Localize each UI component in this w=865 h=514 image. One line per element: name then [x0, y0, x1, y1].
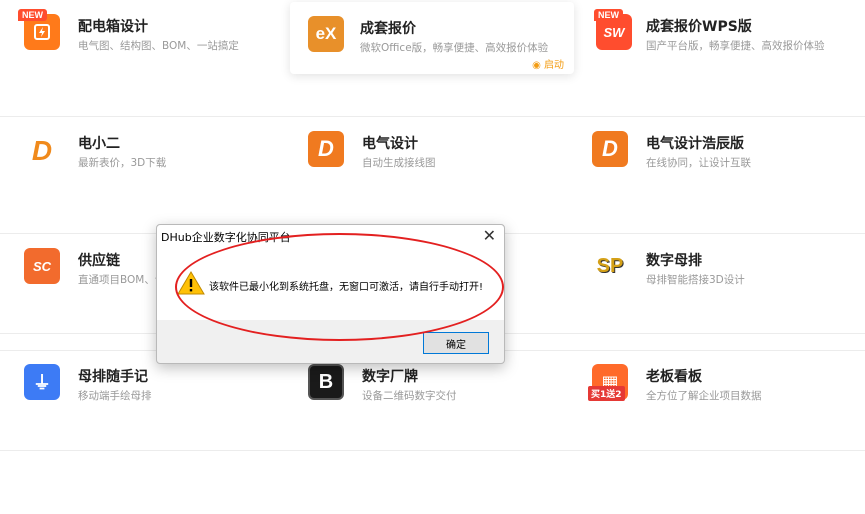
app-title: 母排随手记 — [78, 369, 148, 385]
app-title: 成套报价 — [360, 21, 416, 37]
d-logo-icon: D — [308, 131, 344, 167]
promo-badge: 买1送2 — [588, 386, 625, 401]
app-card-quote[interactable]: eX 成套报价 微软Office版，畅享便捷、高效报价体验 ◉ 启动 — [290, 2, 574, 74]
app-title: 供应链 — [78, 253, 120, 269]
app-desc: 最新表价，3D下载 — [78, 157, 167, 169]
app-desc: 母排智能搭接3D设计 — [646, 274, 745, 286]
launch-label: 启动 — [544, 60, 564, 71]
app-title: 配电箱设计 — [78, 19, 148, 35]
app-title: 电气设计 — [362, 136, 418, 152]
dialog-titlebar: DHub企业数字化协同平台 ✕ — [157, 225, 504, 247]
app-card-power-box[interactable]: NEW 配电箱设计 电气图、结构图、BOM、一站搞定 — [0, 0, 282, 100]
eye-icon: ◉ — [532, 60, 544, 71]
app-title: 数字母排 — [646, 253, 702, 269]
app-row: D 电小二 最新表价，3D下载 D 电气设计 自动生成接线图 D 电气设计浩辰版… — [0, 117, 865, 234]
d-logo-icon: D — [592, 131, 628, 167]
dialog-body: 该软件已最小化到系统托盘，无窗口可激活，请自行手动打开! — [157, 247, 504, 320]
new-badge: NEW — [18, 9, 47, 21]
app-desc: 设备二维码数字交付 — [362, 390, 457, 402]
dialog-title: DHub企业数字化协同平台 — [161, 231, 291, 244]
app-desc: 微软Office版，畅享便捷、高效报价体验 — [360, 42, 549, 54]
app-title: 老板看板 — [646, 369, 702, 385]
app-card-electrical-design-gstar[interactable]: D 电气设计浩辰版 在线协同，让设计互联 — [568, 117, 850, 217]
close-icon[interactable]: ✕ — [483, 226, 496, 246]
busbar-note-icon: ⏚ — [24, 364, 60, 400]
dialog-message: 该软件已最小化到系统托盘，无窗口可激活，请自行手动打开! — [209, 282, 484, 293]
app-card-quote-wps[interactable]: NEW SW 成套报价WPS版 国产平台版，畅享便捷、高效报价体验 — [576, 0, 858, 100]
app-desc: 直通项目BOM、讲 — [78, 274, 166, 286]
app-desc: 全方位了解企业项目数据 — [646, 390, 762, 402]
sc-logo-icon: SC — [24, 248, 60, 284]
app-title: 成套报价WPS版 — [646, 19, 752, 35]
message-dialog: DHub企业数字化协同平台 ✕ 该软件已最小化到系统托盘，无窗口可激活，请自行手… — [156, 224, 505, 364]
app-desc: 在线协同，让设计互联 — [646, 157, 751, 169]
sp-logo-icon: SP — [592, 248, 628, 284]
app-desc: 国产平台版，畅享便捷、高效报价体验 — [646, 40, 825, 52]
app-desc: 自动生成接线图 — [362, 157, 436, 169]
app-desc: 移动端手绘母排 — [78, 390, 152, 402]
app-row: NEW 配电箱设计 电气图、结构图、BOM、一站搞定 eX 成套报价 微软Off… — [0, 0, 865, 117]
app-title: 电小二 — [78, 136, 120, 152]
launch-button[interactable]: ◉ 启动 — [532, 56, 564, 71]
app-title: 电气设计浩辰版 — [646, 136, 744, 152]
app-card-electrical-design[interactable]: D 电气设计 自动生成接线图 — [284, 117, 566, 217]
d-logo-icon: D — [24, 133, 60, 169]
ok-button[interactable]: 确定 — [423, 332, 489, 354]
new-badge: NEW — [594, 9, 623, 21]
app-card-digital-busbar[interactable]: SP 数字母排 母排智能搭接3D设计 — [568, 234, 850, 334]
ex-logo-icon: eX — [308, 16, 344, 52]
b-logo-icon: B — [308, 364, 344, 400]
warning-icon — [177, 271, 205, 295]
app-card-boss-dashboard[interactable]: ▦ 老板看板 全方位了解企业项目数据 — [568, 334, 850, 434]
app-desc: 电气图、结构图、BOM、一站搞定 — [78, 40, 239, 52]
app-title: 数字厂牌 — [362, 369, 418, 385]
app-card-dianxiaoer[interactable]: D 电小二 最新表价，3D下载 — [0, 117, 282, 217]
